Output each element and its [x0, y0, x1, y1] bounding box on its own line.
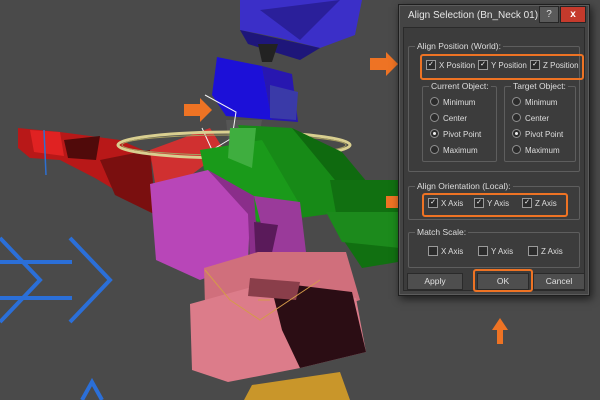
- current-minimum-radio[interactable]: Minimum: [430, 97, 475, 109]
- scale-z-axis-checkbox[interactable]: Z Axis: [528, 245, 563, 258]
- target-maximum-radio[interactable]: Maximum: [512, 145, 560, 157]
- highlight-box: [473, 269, 533, 292]
- check-icon: ✓: [428, 197, 438, 208]
- scale-y-axis-checkbox[interactable]: Y Axis: [478, 245, 513, 258]
- dialog-body: Align Position (World): ✓ X Position ✓ Y P…: [403, 27, 585, 291]
- cancel-button[interactable]: Cancel: [533, 273, 585, 290]
- y-position-checkbox[interactable]: ✓ Y Position: [478, 59, 527, 72]
- current-object-label: Current Object:: [429, 81, 491, 91]
- close-button[interactable]: x: [560, 6, 586, 23]
- align-selection-dialog: Align Selection (Bn_Neck 01) ? x Align P…: [398, 4, 590, 296]
- x-position-checkbox[interactable]: ✓ X Position: [426, 59, 476, 72]
- check-icon: ✓: [530, 59, 540, 70]
- help-button[interactable]: ?: [539, 6, 559, 23]
- x-position-label: X Position: [439, 61, 476, 70]
- target-pivot-point-radio[interactable]: Pivot Point: [512, 129, 563, 141]
- dialog-titlebar[interactable]: Align Selection (Bn_Neck 01) ? x: [399, 5, 589, 27]
- check-icon: ✓: [426, 59, 436, 70]
- y-position-label: Y Position: [491, 61, 527, 70]
- check-icon: ✓: [522, 197, 532, 208]
- scale-x-axis-checkbox[interactable]: X Axis: [428, 245, 463, 258]
- current-maximum-radio[interactable]: Maximum: [430, 145, 478, 157]
- check-icon: ✓: [478, 59, 488, 70]
- check-icon: ✓: [474, 197, 484, 208]
- target-center-radio[interactable]: Center: [512, 113, 549, 125]
- orientation-z-axis-checkbox[interactable]: ✓ Z Axis: [522, 197, 557, 210]
- orientation-y-axis-checkbox[interactable]: ✓ Y Axis: [474, 197, 509, 210]
- apply-button[interactable]: Apply: [407, 273, 463, 290]
- match-scale-label: Match Scale:: [415, 227, 469, 237]
- current-pivot-point-radio[interactable]: Pivot Point: [430, 129, 481, 141]
- z-position-label: Z Position: [543, 61, 579, 70]
- align-orientation-label: Align Orientation (Local):: [415, 181, 513, 191]
- orientation-x-axis-checkbox[interactable]: ✓ X Axis: [428, 197, 463, 210]
- target-object-label: Target Object:: [511, 81, 568, 91]
- dialog-title: Align Selection (Bn_Neck 01): [408, 10, 539, 21]
- z-position-checkbox[interactable]: ✓ Z Position: [530, 59, 579, 72]
- target-minimum-radio[interactable]: Minimum: [512, 97, 557, 109]
- current-center-radio[interactable]: Center: [430, 113, 467, 125]
- align-position-label: Align Position (World):: [415, 41, 503, 51]
